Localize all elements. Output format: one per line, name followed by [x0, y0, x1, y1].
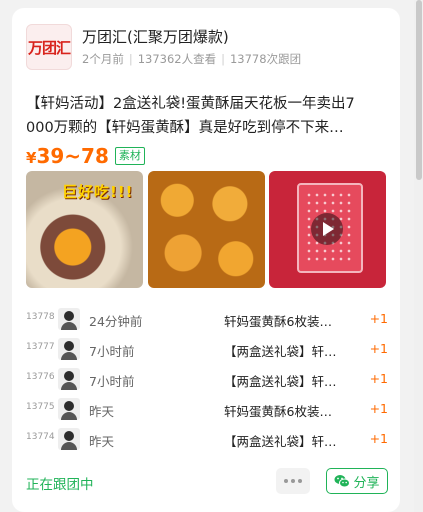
avatar: [58, 308, 80, 330]
order-row[interactable]: 13774 昨天 【两盒送礼袋】轩… +1: [26, 424, 388, 454]
order-row[interactable]: 13777 7小时前 【两盒送礼袋】轩… +1: [26, 334, 388, 364]
order-quantity: +1: [369, 311, 388, 326]
order-row[interactable]: 13778 24分钟前 轩妈蛋黄酥6枚装… +1: [26, 304, 388, 334]
play-icon[interactable]: [311, 213, 343, 245]
order-product: 轩妈蛋黄酥6枚装…: [224, 404, 332, 419]
order-list: 13778 24分钟前 轩妈蛋黄酥6枚装… +1 13777 7小时前 【两盒送…: [26, 304, 388, 454]
price-range: 39~78: [36, 144, 109, 168]
order-number: 13775: [26, 402, 55, 412]
group-logo: 万团汇: [26, 24, 72, 70]
order-time: 7小时前: [89, 344, 135, 359]
order-quantity: +1: [369, 371, 388, 386]
group-header[interactable]: 万团汇 万团汇(汇聚万团爆款) 2个月前 | 137362人查看 | 13778次跟团: [26, 22, 390, 72]
group-name[interactable]: 万团汇(汇聚万团爆款): [82, 26, 229, 47]
order-time: 昨天: [89, 434, 115, 449]
avatar: [58, 428, 80, 450]
view-count: 137362人查看: [137, 52, 217, 66]
order-time: 24分钟前: [89, 314, 143, 329]
card-footer: 正在跟团中 分享: [26, 468, 388, 496]
avatar: [58, 368, 80, 390]
wechat-icon: [334, 475, 351, 488]
currency-symbol: ¥: [26, 149, 37, 167]
dot-icon: [298, 479, 302, 483]
order-time: 7小时前: [89, 374, 135, 389]
material-tag[interactable]: 素材: [114, 147, 145, 165]
order-product: 【两盒送礼袋】轩…: [224, 374, 337, 389]
avatar: [58, 398, 80, 420]
posted-time: 2个月前: [82, 52, 124, 66]
group-meta: 2个月前 | 137362人查看 | 13778次跟团: [82, 51, 301, 67]
order-time: 昨天: [89, 404, 115, 419]
image-overlay-text: 巨好吃!!!: [62, 183, 134, 201]
dot-icon: [284, 479, 288, 483]
price: ¥39~78: [26, 144, 109, 168]
scrollbar-thumb[interactable]: [416, 0, 422, 180]
order-number: 13774: [26, 432, 55, 442]
share-label: 分享: [353, 475, 380, 491]
product-image-1[interactable]: 巨好吃!!!: [26, 171, 143, 288]
order-number: 13778: [26, 312, 55, 322]
follower-count: 13778次跟团: [229, 52, 302, 66]
order-row[interactable]: 13775 昨天 轩妈蛋黄酥6枚装… +1: [26, 394, 388, 424]
order-number: 13777: [26, 342, 55, 352]
dot-icon: [291, 479, 295, 483]
group-status: 正在跟团中: [26, 477, 94, 493]
more-button[interactable]: [276, 468, 310, 494]
meta-divider: |: [128, 52, 133, 66]
meta-divider: |: [221, 52, 225, 66]
price-row: ¥39~78 素材: [26, 142, 145, 170]
share-button[interactable]: 分享: [326, 468, 388, 494]
product-image-2[interactable]: [148, 171, 265, 288]
order-product: 【两盒送礼袋】轩…: [224, 434, 337, 449]
group-logo-text: 万团汇: [27, 38, 71, 57]
order-quantity: +1: [369, 401, 388, 416]
order-row[interactable]: 13776 7小时前 【两盒送礼袋】轩… +1: [26, 364, 388, 394]
order-quantity: +1: [369, 341, 388, 356]
group-card[interactable]: 万团汇 万团汇(汇聚万团爆款) 2个月前 | 137362人查看 | 13778次跟团 …: [12, 8, 400, 512]
order-quantity: +1: [369, 431, 388, 446]
scrollbar[interactable]: [414, 0, 423, 512]
desc-line-1: 【轩妈活动】2盒送礼袋!蛋黄酥届天花板一年卖出7: [26, 96, 355, 112]
product-video-thumbnail[interactable]: [269, 171, 386, 288]
order-product: 【两盒送礼袋】轩…: [224, 344, 337, 359]
post-description[interactable]: 【轩妈活动】2盒送礼袋!蛋黄酥届天花板一年卖出7 000万颗的【轩妈蛋黄酥】真是…: [26, 92, 388, 140]
avatar: [58, 338, 80, 360]
desc-line-2: 000万颗的【轩妈蛋黄酥】真是好吃到停不下来…: [26, 120, 344, 136]
order-number: 13776: [26, 372, 55, 382]
order-product: 轩妈蛋黄酥6枚装…: [224, 314, 332, 329]
